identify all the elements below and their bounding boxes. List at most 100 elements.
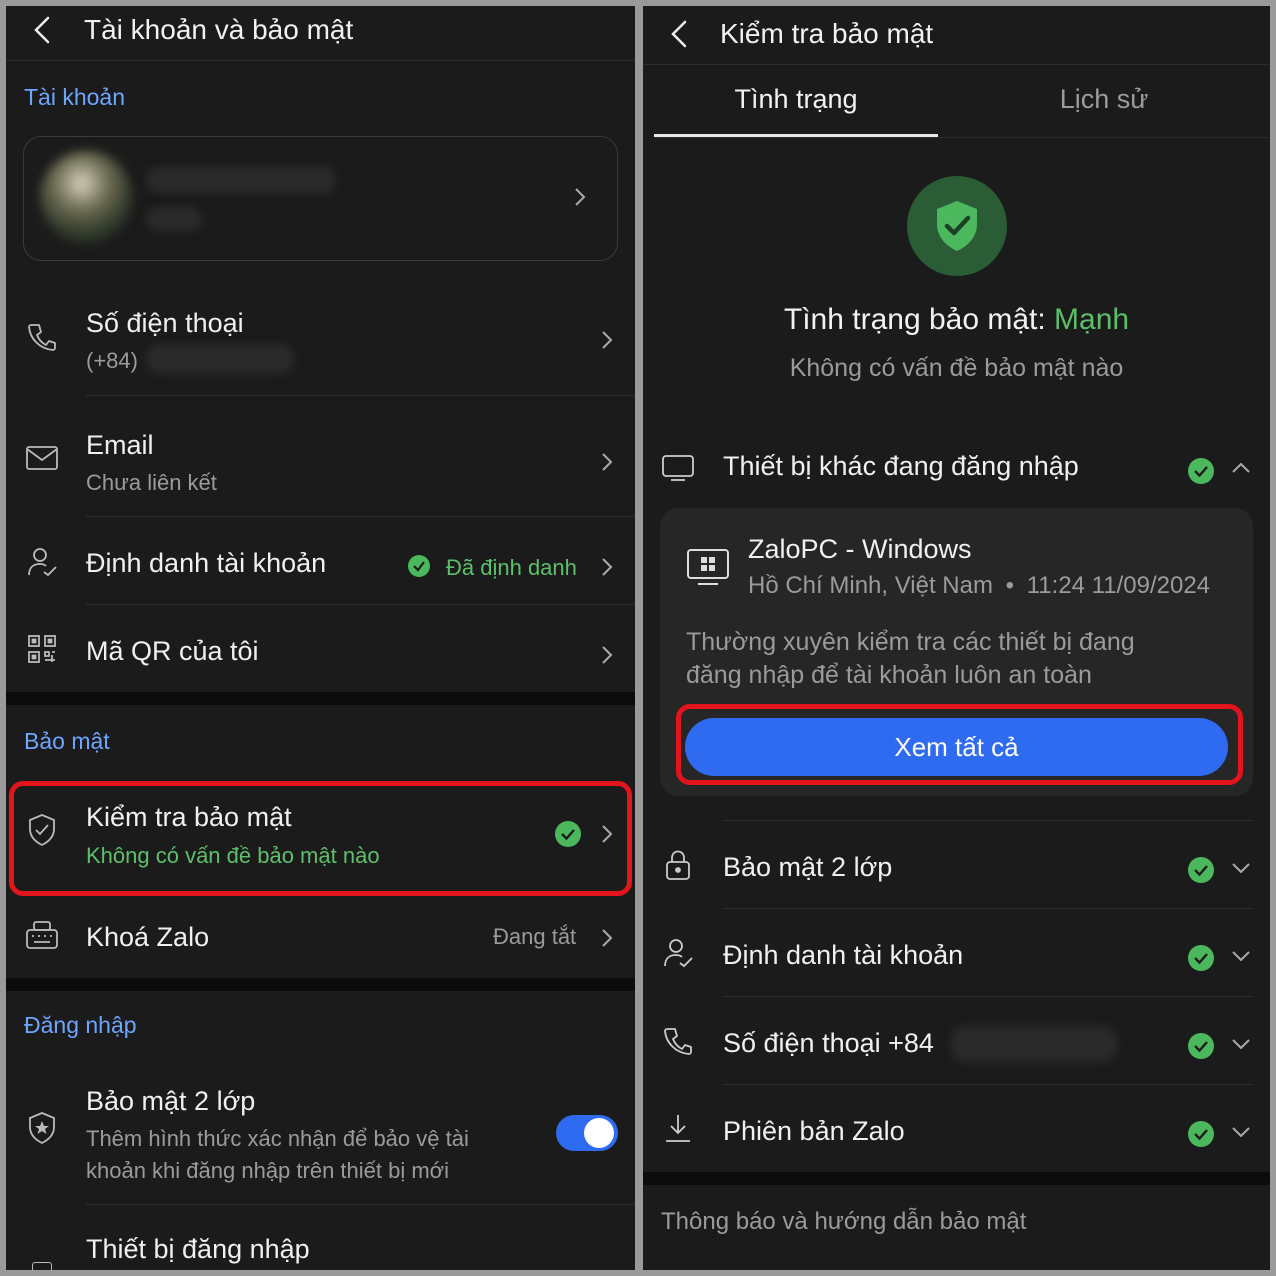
lock-zalo-row[interactable]: Khoá Zalo Đang tắt [6,896,635,978]
phone-number-blurred [951,1026,1117,1062]
tab-status[interactable]: Tình trạng [654,68,938,138]
check-identity-title: Định danh tài khoản [723,940,964,970]
chevron-right-icon [599,328,615,352]
chevron-right-icon [599,555,615,579]
check-circle-icon [1188,945,1214,971]
login-devices-row[interactable]: Thiết bị đăng nhập [6,1206,635,1270]
phone-row[interactable]: Số điện thoại (+84) [6,281,635,396]
check-identity-row[interactable]: Định danh tài khoản [643,910,1270,996]
device-location: Hồ Chí Minh, Việt Nam [748,572,993,599]
other-devices-row[interactable]: Thiết bị khác đang đăng nhập [643,434,1270,500]
phone-icon [24,319,60,355]
security-status-label: Tình trạng bảo mật: [783,303,1046,336]
chevron-right-icon [599,643,615,667]
check-circle-icon [1188,1033,1214,1059]
user-check-icon [24,544,60,580]
device-time: 11:24 11/09/2024 [1026,572,1211,599]
phone-title: Số điện thoại [86,308,244,338]
lock-zalo-status: Đang tắt [493,924,577,949]
tab-history[interactable]: Lịch sử [938,68,1270,138]
back-button[interactable] [28,10,56,50]
email-value: Chưa liên kết [86,470,217,495]
tab-status-label: Tình trạng [734,84,858,114]
monitor-icon [660,450,696,486]
chevron-up-icon[interactable] [1231,460,1251,479]
chevron-right-icon [599,450,615,474]
toggle-knob [584,1118,614,1148]
keyboard-lock-icon [24,918,60,954]
check-circle-icon [1188,1121,1214,1147]
lock-zalo-title: Khoá Zalo [86,922,210,952]
security-status-subtitle: Không có vấn đề bảo mật nào [789,354,1124,382]
chevron-down-icon[interactable] [1231,1038,1251,1057]
section-label-login: Đăng nhập [24,1012,137,1038]
header: Tài khoản và bảo mật [6,6,635,61]
two-factor-toggle[interactable] [556,1115,618,1151]
chevron-left-icon [34,16,50,44]
section-label-account: Tài khoản [24,84,126,110]
device-tip-line1: Thường xuyên kiểm tra các thiết bị đang [686,628,1135,656]
identity-row[interactable]: Định danh tài khoản Đã định danh [6,518,635,604]
phone-value: (+84) [86,348,138,373]
back-button[interactable] [665,14,693,54]
meta-separator: • [1005,572,1015,599]
header: Kiểm tra bảo mật [643,6,1270,65]
device-icon [32,1262,52,1270]
email-title: Email [86,430,154,460]
check-version-title: Phiên bản Zalo [723,1116,905,1146]
device-meta: Hồ Chí Minh, Việt Nam • 11:24 11/09/2024 [748,572,1210,600]
qr-code-icon [24,631,60,667]
section-label-security: Bảo mật [24,728,110,754]
identity-status: Đã định danh [446,555,577,580]
two-factor-title: Bảo mật 2 lớp [86,1086,256,1116]
other-devices-title: Thiết bị khác đang đăng nhập [723,451,1079,481]
shield-star-icon [24,1110,60,1146]
highlight-frame [676,704,1243,785]
chevron-left-icon [671,20,687,48]
two-factor-desc-line2: khoản khi đăng nhập trên thiết bị mới [86,1158,449,1183]
chevron-right-icon [599,926,615,950]
two-factor-desc-line1: Thêm hình thức xác nhận để bảo vệ tài [86,1126,469,1151]
check-circle-icon [1188,458,1214,484]
security-status-line: Tình trạng bảo mật: Mạnh [643,303,1270,337]
highlight-frame [9,781,632,896]
page-title: Kiểm tra bảo mật [720,18,934,49]
chevron-right-icon [572,185,588,209]
check-phone-title: Số điện thoại +84 [723,1028,934,1058]
device-tip-line2: đăng nhập để tài khoản luôn an toàn [686,661,1092,689]
check-phone-row[interactable]: Số điện thoại +84 [643,998,1270,1084]
user-check-icon [660,935,696,971]
check-circle-icon [408,555,430,577]
check-two-factor-row[interactable]: Bảo mật 2 lớp [643,822,1270,908]
desktop-windows-icon [686,546,730,590]
check-version-row[interactable]: Phiên bản Zalo [643,1086,1270,1172]
email-row[interactable]: Email Chưa liên kết [6,398,635,516]
download-icon [660,1111,696,1147]
check-two-factor-title: Bảo mật 2 lớp [723,852,893,882]
device-name: ZaloPC - Windows [748,534,972,564]
security-status-badge [907,176,1007,276]
account-security-screen: Tài khoản và bảo mật Tài khoản Số điện t… [6,6,635,1270]
chevron-down-icon[interactable] [1231,1126,1251,1145]
profile-card[interactable] [23,136,618,261]
tab-history-label: Lịch sử [1059,84,1149,114]
qr-row[interactable]: Mã QR của tôi [6,606,635,692]
check-circle-icon [1188,857,1214,883]
lock-icon [660,847,696,883]
identity-title: Định danh tài khoản [86,548,327,578]
shield-check-icon [937,201,977,251]
page-title: Tài khoản và bảo mật [84,14,354,45]
chevron-down-icon[interactable] [1231,950,1251,969]
qr-title: Mã QR của tôi [86,636,259,666]
mail-icon [24,440,60,476]
avatar [40,151,132,243]
profile-sub-blurred [146,207,202,231]
security-status-value: Mạnh [1054,303,1130,336]
login-devices-title: Thiết bị đăng nhập [86,1234,310,1264]
security-check-screen: Kiểm tra bảo mật Tình trạng Lịch sử Tình… [643,6,1270,1270]
phone-number-blurred [146,344,294,374]
phone-icon [660,1023,696,1059]
two-factor-row[interactable]: Bảo mật 2 lớp Thêm hình thức xác nhận để… [6,1064,635,1204]
security-guide-heading: Thông báo và hướng dẫn bảo mật [661,1208,1027,1235]
chevron-down-icon[interactable] [1231,862,1251,881]
